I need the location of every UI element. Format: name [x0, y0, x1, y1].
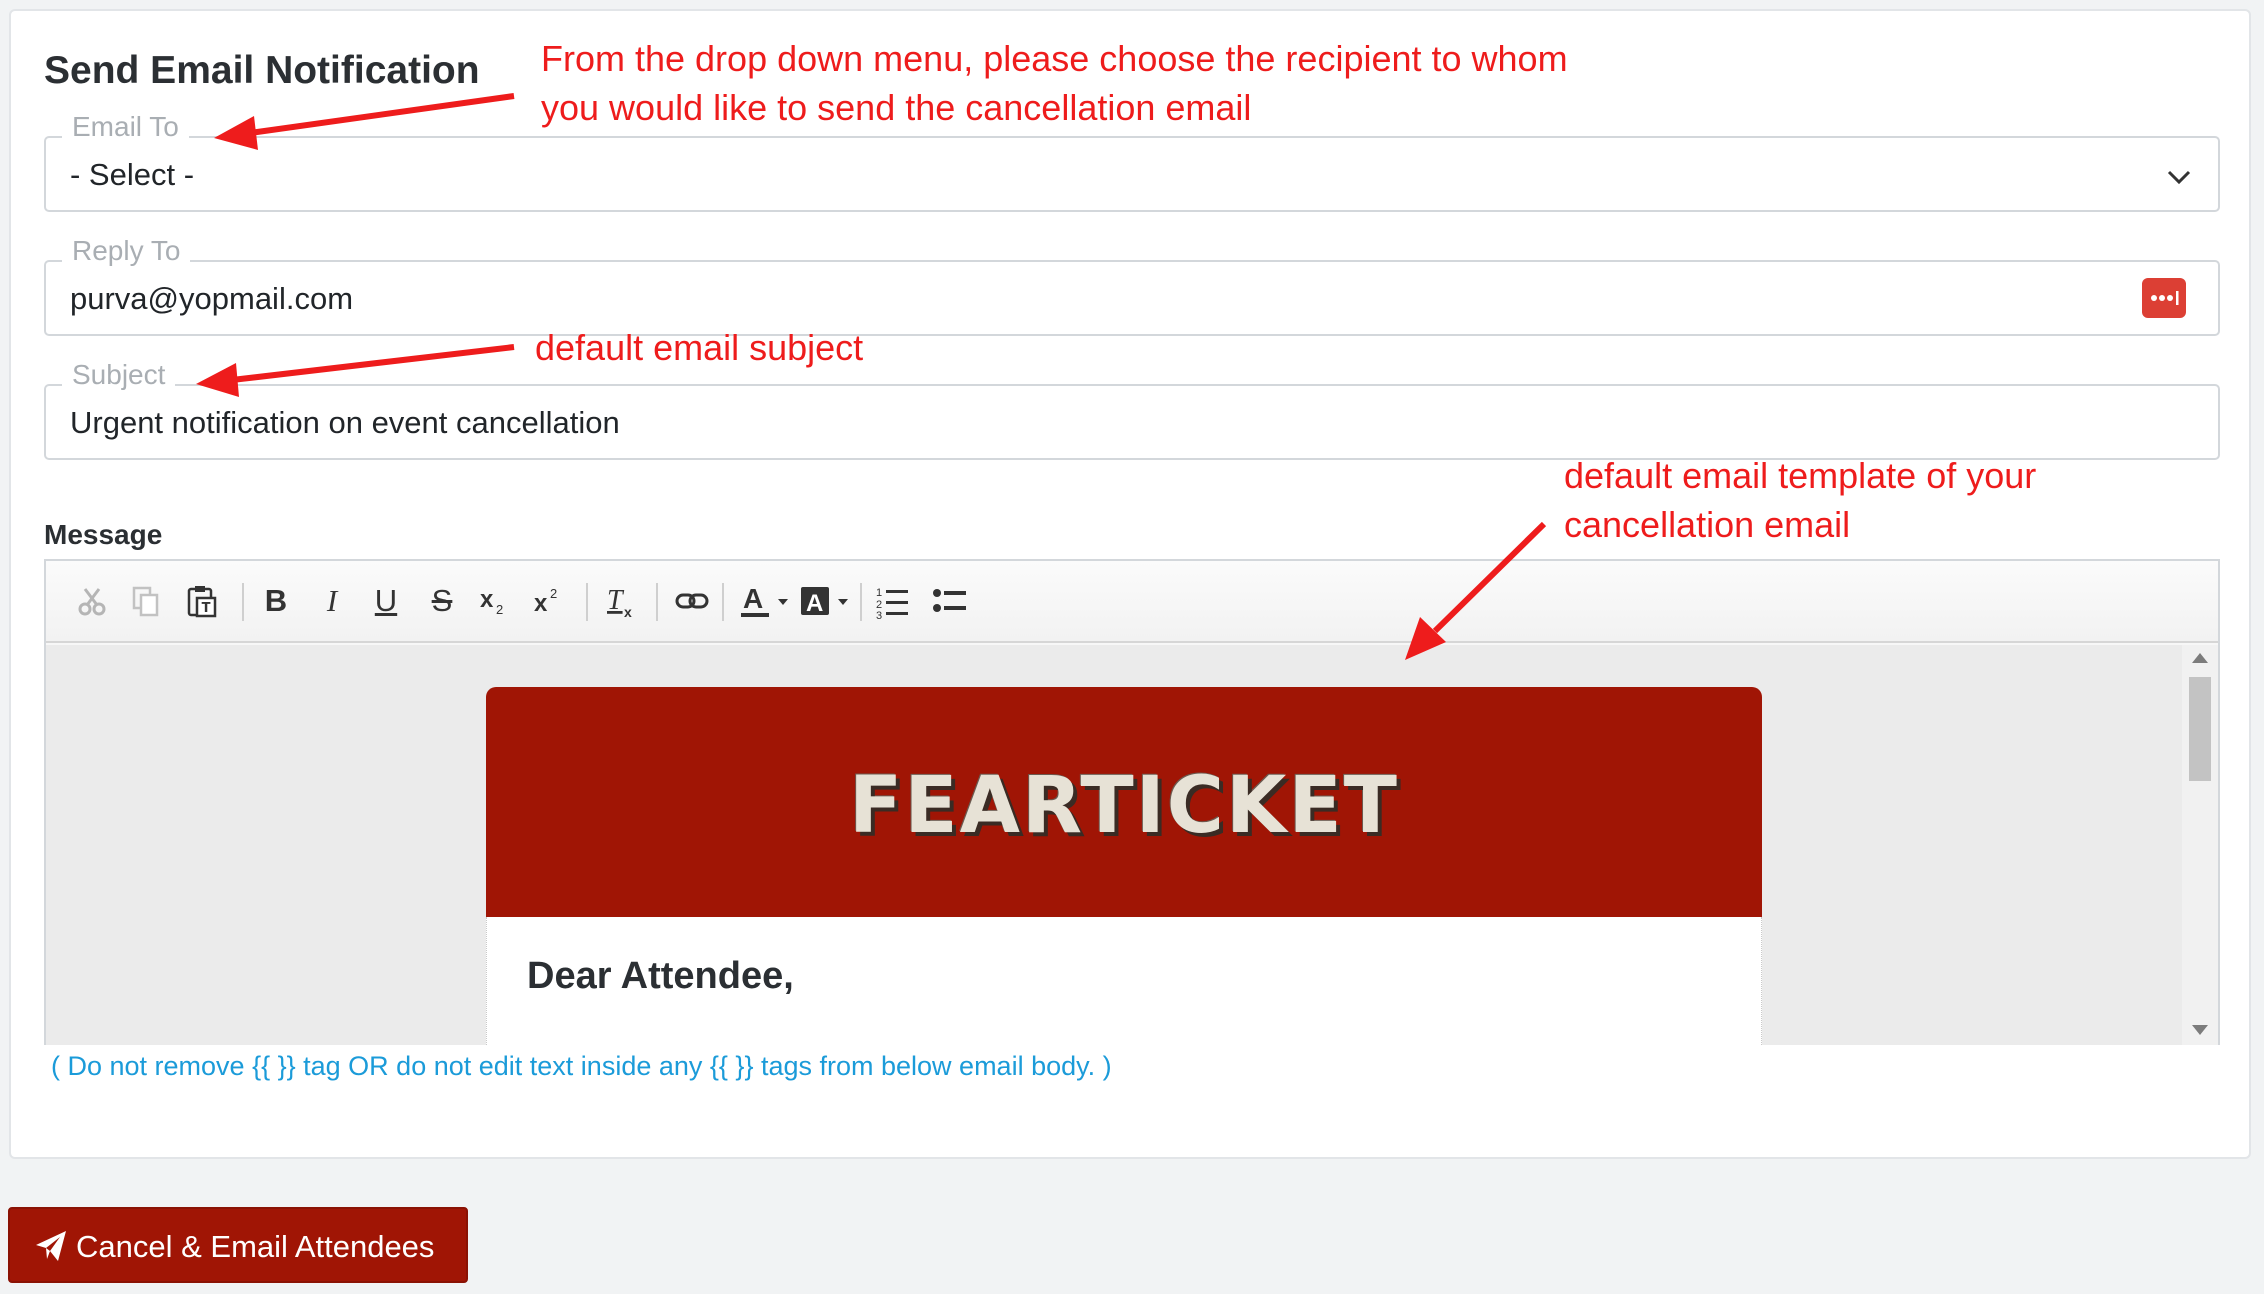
reply-to-label: Reply To	[62, 234, 191, 268]
email-greeting: Dear Attendee,	[527, 955, 794, 997]
underline-button[interactable]: U	[366, 581, 406, 621]
toolbar-separator	[242, 583, 244, 621]
scroll-thumb[interactable]	[2189, 677, 2211, 781]
svg-text:x: x	[534, 590, 548, 617]
svg-text:2: 2	[550, 586, 557, 601]
copy-icon[interactable]	[126, 581, 166, 621]
toolbar-separator	[722, 583, 724, 621]
background-color-icon[interactable]: A	[798, 581, 854, 621]
subscript-icon[interactable]: x 2	[476, 581, 516, 621]
bulleted-list-icon[interactable]	[930, 581, 970, 621]
svg-text:T: T	[202, 601, 211, 616]
email-to-select[interactable]: Email To - Select -	[44, 110, 2220, 212]
editor-content[interactable]: FEARTICKET Dear Attendee,	[46, 645, 2184, 1045]
annotation-template-line-2: cancellation email	[1564, 504, 1851, 545]
subject-label: Subject	[62, 358, 176, 392]
svg-text:3: 3	[876, 610, 882, 621]
email-body: Dear Attendee,	[486, 917, 1762, 1045]
subject-value: Urgent notification on event cancellatio…	[70, 405, 620, 440]
svg-text:2: 2	[496, 602, 503, 617]
cancel-and-email-button[interactable]: Cancel & Email Attendees	[8, 1207, 468, 1283]
svg-text:x: x	[624, 604, 632, 620]
chevron-down-icon[interactable]	[2162, 160, 2196, 194]
message-label: Message	[44, 519, 163, 550]
editor-scrollbar[interactable]	[2182, 645, 2218, 1045]
svg-text:A: A	[806, 590, 823, 617]
cut-icon[interactable]	[72, 581, 112, 621]
template-tag-note: ( Do not remove {{ }} tag OR do not edit…	[51, 1051, 1112, 1081]
annotation-subject: default email subject	[535, 327, 864, 368]
svg-text:A: A	[743, 583, 763, 614]
reply-to-value: purva@yopmail.com	[70, 281, 354, 316]
page-title: Send Email Notification	[44, 49, 480, 92]
toolbar-separator	[656, 583, 658, 621]
paper-plane-icon	[36, 1231, 66, 1261]
reply-to-field[interactable]: Reply To purva@yopmail.com	[44, 234, 2220, 336]
annotation-email-to-line-1: From the drop down menu, please choose t…	[541, 38, 1568, 79]
numbered-list-icon[interactable]: 1 2 3	[874, 581, 914, 621]
cancel-and-email-label: Cancel & Email Attendees	[76, 1229, 435, 1264]
paste-text-icon[interactable]: T	[182, 581, 222, 621]
fearticket-logo: FEARTICKET	[849, 761, 1399, 851]
rich-text-editor[interactable]: T B I U S x 2 x 2 T x A A 1 2 3 FEARTICK…	[44, 559, 2220, 1045]
svg-text:T: T	[607, 585, 625, 616]
subject-field[interactable]: Subject Urgent notification on event can…	[44, 358, 2220, 460]
superscript-icon[interactable]: x 2	[530, 581, 570, 621]
email-header-banner: FEARTICKET	[486, 687, 1762, 917]
toolbar-separator	[860, 583, 862, 621]
italic-button[interactable]: I	[312, 581, 352, 621]
link-icon[interactable]	[672, 581, 712, 621]
scroll-up-arrow-icon[interactable]	[2192, 653, 2208, 663]
svg-text:x: x	[480, 586, 494, 613]
annotation-template-line-1: default email template of your	[1564, 455, 2037, 496]
bold-button[interactable]: B	[256, 581, 296, 621]
remove-format-icon[interactable]: T x	[602, 581, 642, 621]
email-to-value: - Select -	[70, 157, 195, 192]
email-to-label: Email To	[62, 110, 189, 144]
email-notification-card: Send Email Notification Email To - Selec…	[9, 9, 2251, 1159]
toolbar-separator	[586, 583, 588, 621]
svg-text:1: 1	[876, 587, 882, 599]
password-manager-icon[interactable]	[2142, 278, 2186, 318]
text-color-icon[interactable]: A	[738, 581, 794, 621]
annotation-email-to-line-2: you would like to send the cancellation …	[541, 87, 1252, 128]
editor-toolbar: T B I U S x 2 x 2 T x A A 1 2 3	[46, 561, 2218, 643]
scroll-down-arrow-icon[interactable]	[2192, 1025, 2208, 1035]
strikethrough-button[interactable]: S	[422, 581, 462, 621]
